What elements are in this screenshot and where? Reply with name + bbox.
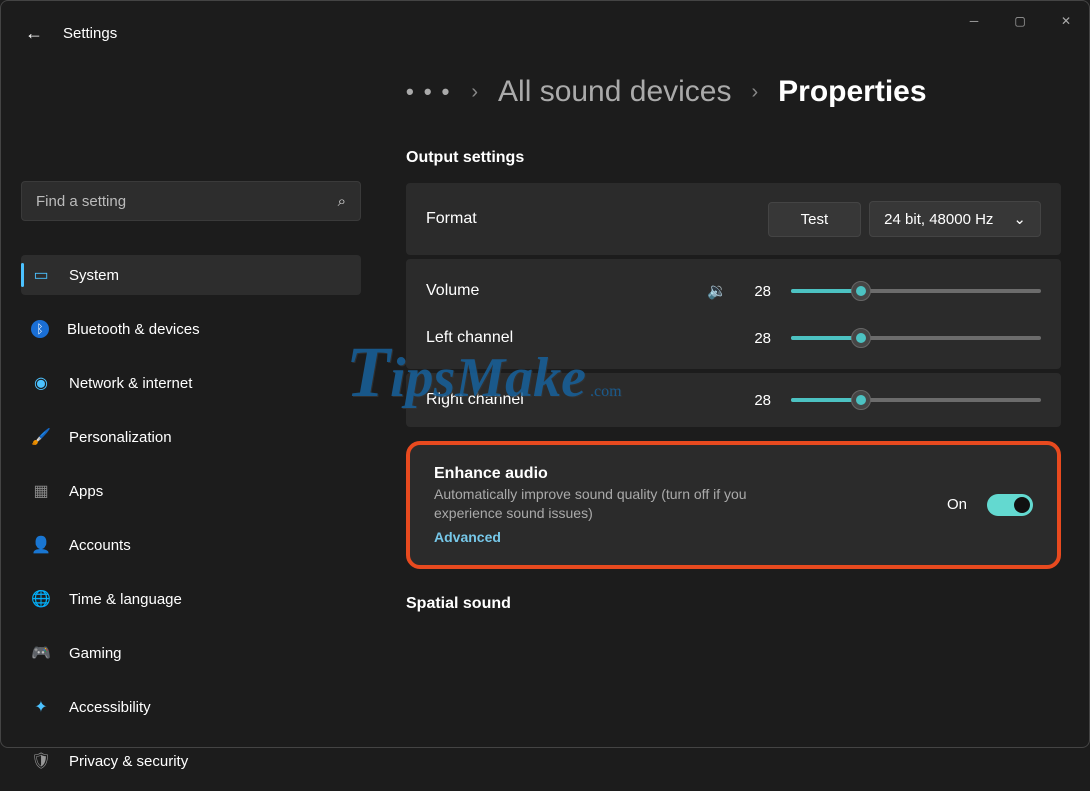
section-spatial-sound: Spatial sound <box>406 595 1061 613</box>
enhance-advanced-link[interactable]: Advanced <box>434 529 927 545</box>
enhance-audio-toggle[interactable] <box>987 494 1033 516</box>
maximize-button[interactable]: ▢ <box>997 6 1043 36</box>
breadcrumb-mid[interactable]: All sound devices <box>498 75 731 109</box>
person-icon: 👤 <box>31 535 51 555</box>
format-label: Format <box>426 210 768 228</box>
bluetooth-icon: ᛒ <box>31 320 49 338</box>
brush-icon: 🖌️ <box>31 427 51 447</box>
close-button[interactable]: ✕ <box>1043 6 1089 36</box>
enhance-audio-title: Enhance audio <box>434 465 927 483</box>
wifi-icon: ◉ <box>31 373 51 393</box>
right-channel-slider[interactable] <box>791 398 1041 402</box>
volume-value: 28 <box>747 283 771 300</box>
volume-slider[interactable] <box>791 289 1041 293</box>
enhance-toggle-state: On <box>947 496 967 513</box>
test-button[interactable]: Test <box>768 202 862 237</box>
left-channel-value: 28 <box>747 330 771 347</box>
sidebar-item-personalization[interactable]: 🖌️ Personalization <box>21 417 361 457</box>
volume-label: Volume <box>426 282 687 300</box>
search-icon: ⌕ <box>338 193 346 210</box>
format-dropdown[interactable]: 24 bit, 48000 Hz ⌄ <box>869 201 1041 237</box>
right-channel-value: 28 <box>747 392 771 409</box>
apps-icon: ▦ <box>31 481 51 501</box>
chevron-right-icon: › <box>471 81 478 104</box>
sidebar-item-privacy[interactable]: 🛡 Privacy & security <box>21 741 361 781</box>
sidebar-item-label: System <box>69 267 119 284</box>
search-field[interactable]: ⌕ <box>21 181 361 221</box>
enhance-audio-desc: Automatically improve sound quality (tur… <box>434 485 794 523</box>
speaker-icon[interactable]: 🔉 <box>707 281 727 301</box>
chevron-right-icon: › <box>751 81 758 104</box>
sidebar-item-system[interactable]: ▭ System <box>21 255 361 295</box>
chevron-down-icon: ⌄ <box>1013 210 1026 228</box>
sidebar-item-gaming[interactable]: 🎮 Gaming <box>21 633 361 673</box>
section-output-settings: Output settings <box>406 149 1061 167</box>
left-channel-slider[interactable] <box>791 336 1041 340</box>
sidebar-item-apps[interactable]: ▦ Apps <box>21 471 361 511</box>
sidebar-item-label: Time & language <box>69 591 182 608</box>
sidebar-item-time[interactable]: 🌐 Time & language <box>21 579 361 619</box>
sidebar-item-network[interactable]: ◉ Network & internet <box>21 363 361 403</box>
minimize-button[interactable]: ─ <box>951 6 997 36</box>
left-channel-label: Left channel <box>426 329 727 347</box>
sidebar-item-label: Accessibility <box>69 699 151 716</box>
display-icon: ▭ <box>31 265 51 285</box>
right-channel-label: Right channel <box>426 391 747 409</box>
app-title: Settings <box>63 25 117 42</box>
sidebar-item-accounts[interactable]: 👤 Accounts <box>21 525 361 565</box>
clock-icon: 🌐 <box>31 589 51 609</box>
format-row: Format Test 24 bit, 48000 Hz ⌄ <box>406 183 1061 255</box>
enhance-audio-card: Enhance audio Automatically improve soun… <box>406 441 1061 569</box>
sidebar-item-label: Bluetooth & devices <box>67 321 200 338</box>
shield-icon: 🛡 <box>31 751 51 771</box>
sidebar-item-label: Accounts <box>69 537 131 554</box>
sidebar-item-label: Apps <box>69 483 103 500</box>
search-input[interactable] <box>36 193 338 210</box>
sidebar-item-bluetooth[interactable]: ᛒ Bluetooth & devices <box>21 309 361 349</box>
sidebar-item-label: Privacy & security <box>69 753 188 770</box>
breadcrumb-more[interactable]: • • • <box>406 79 451 105</box>
gamepad-icon: 🎮 <box>31 643 51 663</box>
breadcrumb: • • • › All sound devices › Properties <box>406 75 1061 109</box>
back-button[interactable]: ← <box>25 23 43 44</box>
format-value: 24 bit, 48000 Hz <box>884 211 993 228</box>
breadcrumb-current: Properties <box>778 75 926 109</box>
sidebar-item-label: Personalization <box>69 429 172 446</box>
sidebar-item-accessibility[interactable]: ✦ Accessibility <box>21 687 361 727</box>
sidebar-item-label: Network & internet <box>69 375 192 392</box>
sidebar-item-label: Gaming <box>69 645 122 662</box>
accessibility-icon: ✦ <box>31 697 51 717</box>
